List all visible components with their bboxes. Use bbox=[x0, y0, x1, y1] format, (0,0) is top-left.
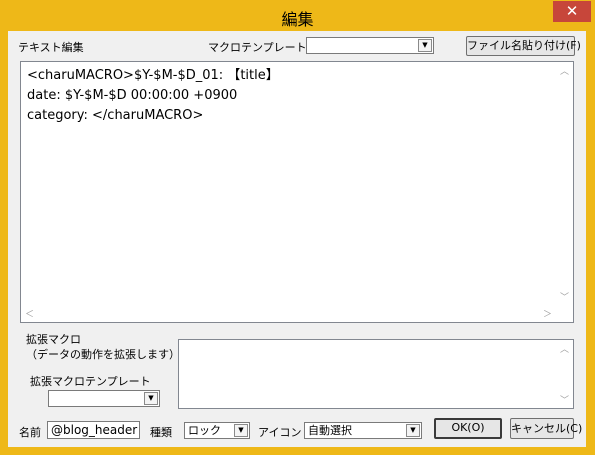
type-select[interactable]: ロック ▼ bbox=[184, 422, 250, 439]
extended-macro-label: 拡張マクロ （データの動作を拡張します） bbox=[26, 333, 180, 361]
extended-macro-editor[interactable]: ︿ ﹀ bbox=[178, 339, 574, 409]
horizontal-scrollbar[interactable]: ＜ ＞ bbox=[21, 305, 556, 322]
macro-template-select[interactable]: ▼ bbox=[306, 37, 434, 54]
icon-label: アイコン bbox=[258, 426, 302, 439]
vertical-scrollbar[interactable]: ︿ ﹀ bbox=[556, 62, 573, 305]
chevron-down-icon: ▼ bbox=[234, 424, 248, 437]
chevron-down-icon: ▼ bbox=[406, 424, 420, 437]
extended-macro-template-select[interactable]: ▼ bbox=[48, 390, 160, 407]
scroll-down-icon[interactable]: ﹀ bbox=[560, 290, 569, 303]
icon-select[interactable]: 自動選択 ▼ bbox=[304, 422, 422, 439]
scroll-down-icon[interactable]: ﹀ bbox=[560, 393, 569, 406]
text-editor[interactable]: <charuMACRO>$Y-$M-$D_01: 【title】 date: $… bbox=[20, 61, 574, 323]
scroll-up-icon[interactable]: ︿ bbox=[560, 342, 569, 355]
chevron-down-icon: ▼ bbox=[418, 39, 432, 52]
cancel-button[interactable]: キャンセル(C) bbox=[510, 418, 582, 439]
edit-dialog: 編集 ✕ テキスト編集 マクロテンプレート ▼ ファイル名貼り付け(F) <ch… bbox=[0, 0, 595, 455]
icon-value: 自動選択 bbox=[308, 424, 352, 437]
close-icon: ✕ bbox=[565, 2, 579, 20]
scroll-left-icon[interactable]: ＜ bbox=[25, 307, 34, 320]
title-bar[interactable]: 編集 ✕ bbox=[0, 0, 595, 32]
name-input[interactable]: @blog_header bbox=[47, 421, 140, 439]
paste-filename-button[interactable]: ファイル名貼り付け(F) bbox=[466, 36, 581, 56]
editor-content[interactable]: <charuMACRO>$Y-$M-$D_01: 【title】 date: $… bbox=[27, 66, 279, 126]
scrollbar-corner bbox=[556, 305, 573, 322]
type-label: 種類 bbox=[150, 426, 172, 439]
close-button[interactable]: ✕ bbox=[553, 1, 591, 22]
ok-button[interactable]: OK(O) bbox=[434, 418, 502, 439]
scroll-up-icon[interactable]: ︿ bbox=[560, 64, 569, 77]
scroll-right-icon[interactable]: ＞ bbox=[543, 307, 552, 320]
text-edit-label: テキスト編集 bbox=[18, 41, 84, 54]
type-value: ロック bbox=[188, 424, 221, 437]
dialog-body: テキスト編集 マクロテンプレート ▼ ファイル名貼り付け(F) <charuMA… bbox=[8, 31, 586, 447]
name-label: 名前 bbox=[19, 426, 41, 439]
extended-macro-template-label: 拡張マクロテンプレート bbox=[30, 375, 151, 388]
macro-template-label: マクロテンプレート bbox=[208, 41, 307, 54]
window-title: 編集 bbox=[281, 10, 314, 29]
chevron-down-icon: ▼ bbox=[144, 392, 158, 405]
